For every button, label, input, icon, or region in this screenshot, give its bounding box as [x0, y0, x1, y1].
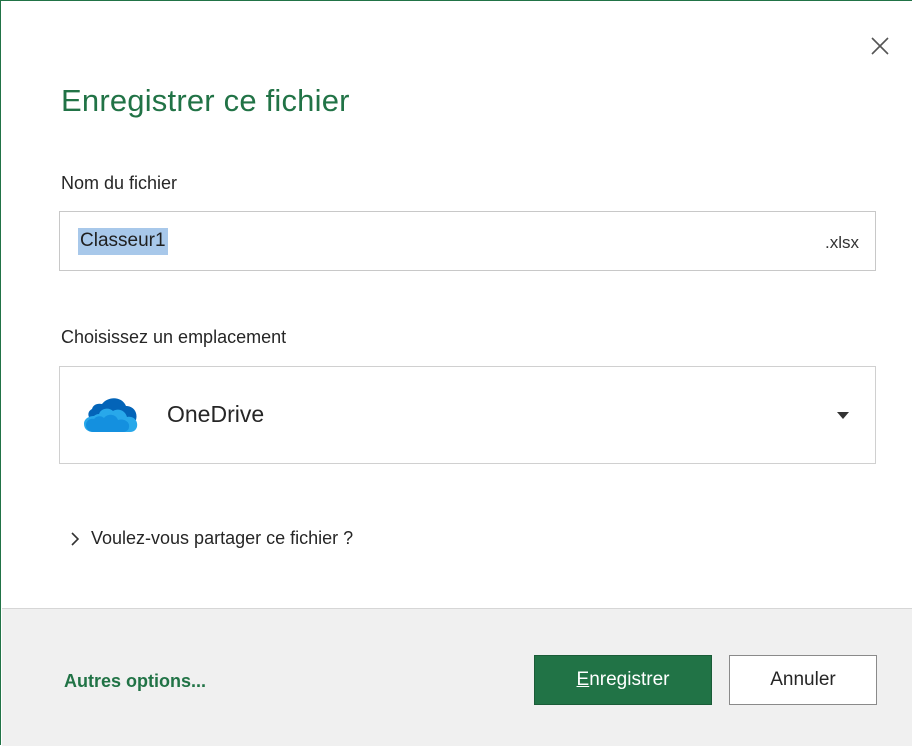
cancel-button[interactable]: Annuler: [729, 655, 877, 705]
dialog-footer: Autres options... Enregistrer Annuler: [2, 608, 912, 746]
close-icon: [871, 37, 889, 55]
onedrive-cloud-icon: [84, 398, 138, 432]
save-button-label: nregistrer: [589, 669, 670, 690]
location-dropdown[interactable]: OneDrive: [59, 366, 876, 464]
share-toggle[interactable]: Voulez-vous partager ce fichier ?: [71, 528, 353, 549]
filename-input[interactable]: Classeur1: [78, 228, 168, 255]
file-extension: .xlsx: [825, 233, 859, 252]
close-button[interactable]: [863, 29, 897, 63]
save-button[interactable]: Enregistrer: [534, 655, 712, 705]
save-button-accesskey: E: [576, 669, 590, 690]
location-selected: OneDrive: [167, 401, 265, 427]
chevron-right-icon: [71, 531, 79, 546]
more-options-link[interactable]: Autres options...: [64, 671, 206, 692]
filename-label: Nom du fichier: [61, 173, 178, 193]
location-label: Choisissez un emplacement: [61, 327, 287, 347]
dialog-title: Enregistrer ce fichier: [61, 83, 350, 118]
filename-field[interactable]: Classeur1 .xlsx: [59, 211, 876, 271]
share-label: Voulez-vous partager ce fichier ?: [91, 528, 354, 548]
save-dialog: Enregistrer ce fichier Nom du fichier Cl…: [0, 0, 912, 746]
chevron-down-icon: [837, 412, 849, 419]
